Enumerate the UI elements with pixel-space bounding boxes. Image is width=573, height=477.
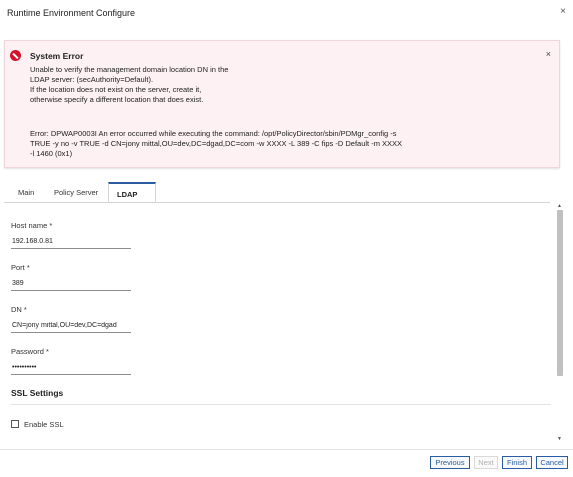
error-message-line: otherwise specify a different location t… xyxy=(30,95,204,104)
host-name-label: Host name * xyxy=(11,221,53,230)
scroll-up-icon[interactable]: ▲ xyxy=(557,203,562,209)
section-divider xyxy=(11,404,551,405)
error-close-icon[interactable]: × xyxy=(546,49,551,59)
enable-ssl-checkbox[interactable] xyxy=(11,420,19,428)
port-label: Port * xyxy=(11,263,30,272)
runtime-config-dialog: Runtime Environment Configure × System E… xyxy=(0,0,573,477)
dn-label: DN * xyxy=(11,305,27,314)
error-icon xyxy=(10,50,21,61)
error-message-line: LDAP server: (secAuthority=Default). xyxy=(30,75,154,84)
password-input[interactable] xyxy=(11,361,131,375)
error-detail: Error: DPWAP0003I An error occurred whil… xyxy=(30,129,500,159)
dialog-title: Runtime Environment Configure xyxy=(7,8,136,18)
tab-ldap[interactable]: LDAP xyxy=(108,182,156,202)
ssl-settings-heading: SSL Settings xyxy=(11,388,64,398)
tab-policy-server[interactable]: Policy Server xyxy=(46,182,108,202)
error-detail-line: Error: DPWAP0003I An error occurred whil… xyxy=(30,129,397,138)
footer-divider xyxy=(0,449,573,450)
finish-button[interactable]: Finish xyxy=(502,456,532,469)
error-title: System Error xyxy=(30,51,84,61)
error-detail-line: TRUE -y no -v TRUE -d CN=jony mittal,OU=… xyxy=(30,139,403,148)
host-name-input[interactable] xyxy=(11,235,131,249)
scrollbar-thumb[interactable] xyxy=(557,210,563,376)
error-message-line: If the location does not exist on the se… xyxy=(30,85,202,94)
tab-main[interactable]: Main xyxy=(10,182,44,202)
ldap-form: Host name * Port * DN * Password * SSL S… xyxy=(0,204,555,447)
error-message-line: Unable to verify the management domain l… xyxy=(30,65,229,74)
tab-bar: Main Policy Server LDAP xyxy=(4,182,550,203)
error-detail-line: -l 1460 (0x1) xyxy=(30,149,73,158)
error-notification: System Error × Unable to verify the mana… xyxy=(4,40,560,168)
password-label: Password * xyxy=(11,347,49,356)
port-input[interactable] xyxy=(11,277,131,291)
error-message: Unable to verify the management domain l… xyxy=(30,65,228,105)
close-icon[interactable]: × xyxy=(560,6,566,17)
enable-ssl-label: Enable SSL xyxy=(24,420,64,429)
cancel-button[interactable]: Cancel xyxy=(536,456,568,469)
dn-input[interactable] xyxy=(11,319,131,333)
next-button[interactable]: Next xyxy=(474,456,498,469)
previous-button[interactable]: Previous xyxy=(430,456,470,469)
scroll-down-icon[interactable]: ▼ xyxy=(557,436,562,442)
